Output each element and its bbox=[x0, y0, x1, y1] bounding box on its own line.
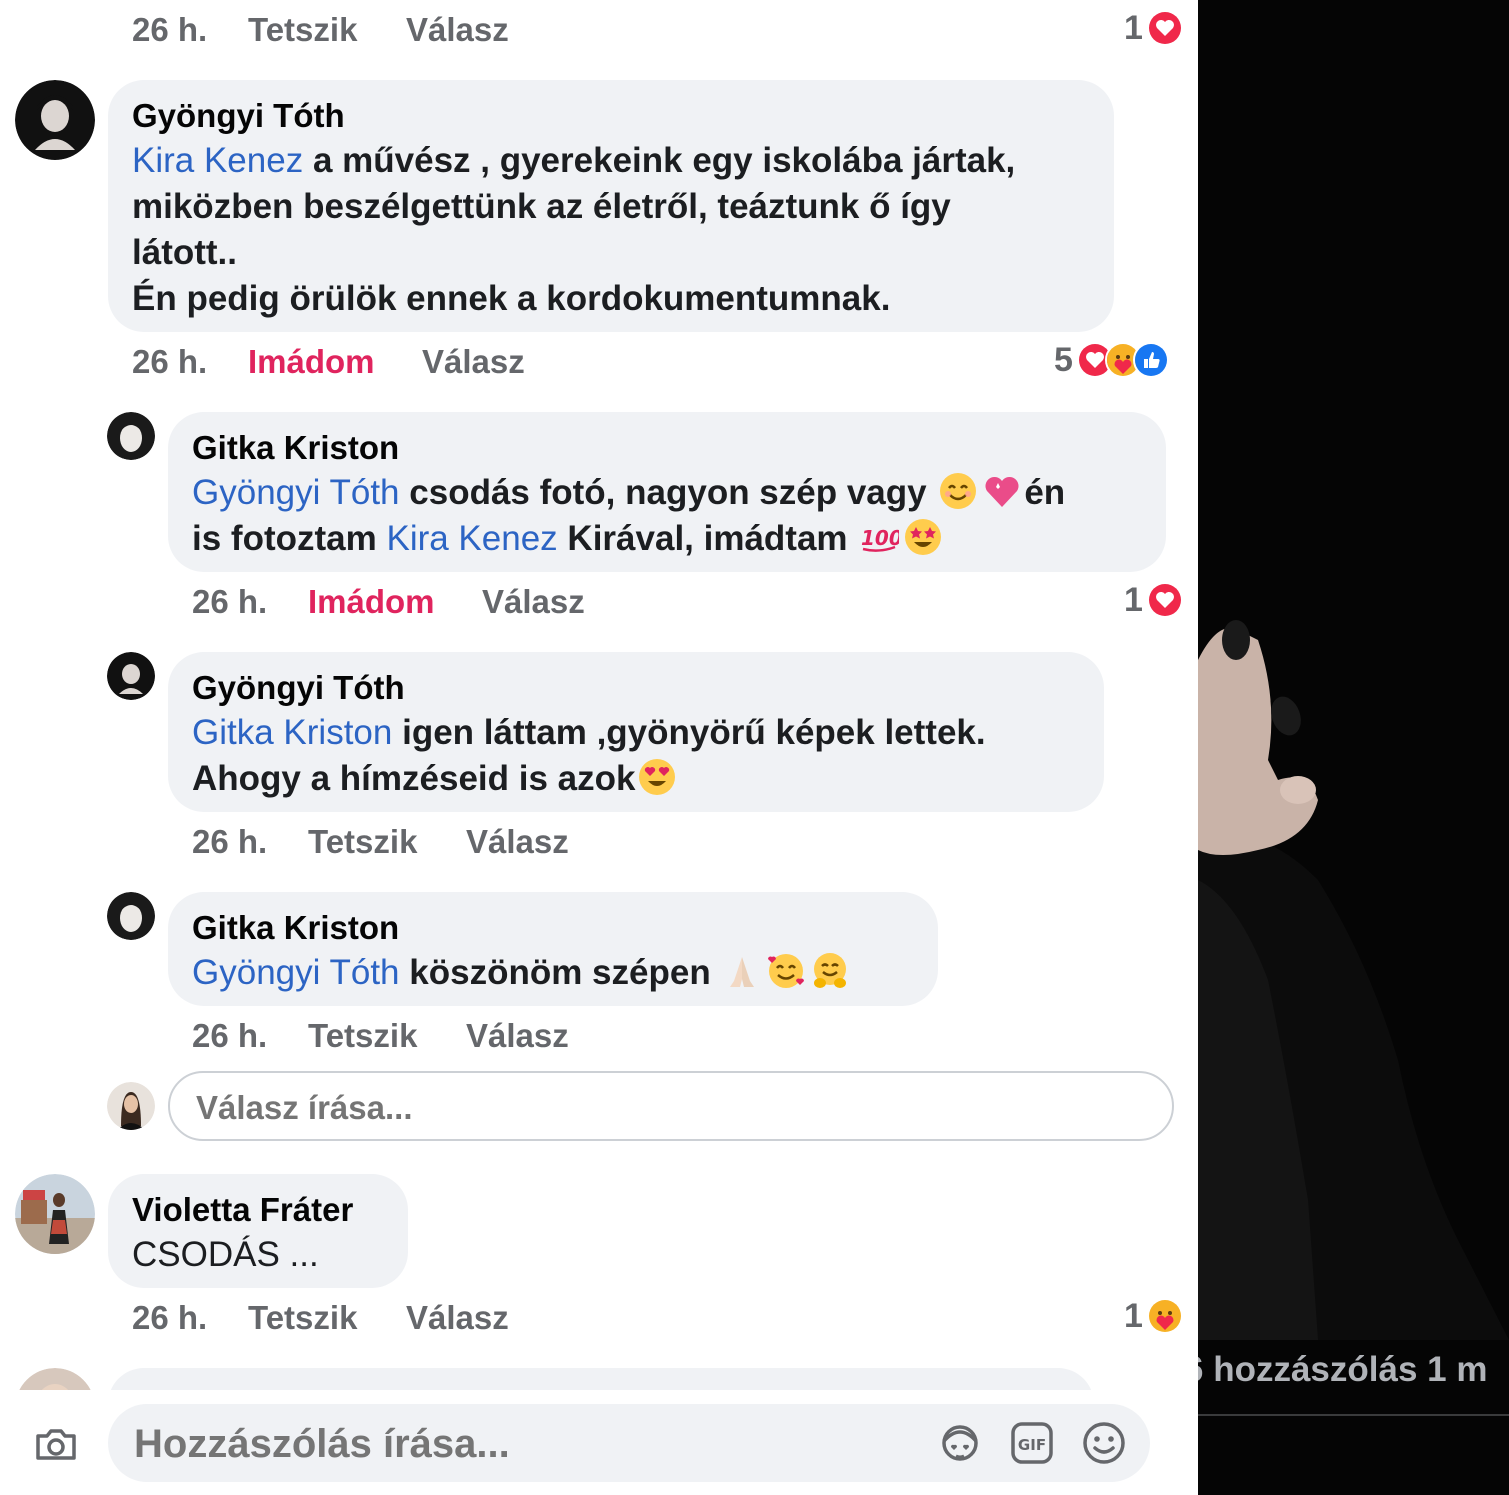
comment-author[interactable]: Gitka Kriston bbox=[192, 908, 399, 948]
avatar[interactable] bbox=[15, 1174, 95, 1254]
avatar-sticker-icon[interactable] bbox=[936, 1419, 984, 1467]
comment-actions: 26 h. Tetszik Válasz bbox=[192, 822, 692, 862]
comment-bubble: Gyöngyi Tóth Kira Kenez a művész , gyere… bbox=[108, 80, 1114, 332]
comment-text: Gyöngyi Tóth köszönöm szépen bbox=[192, 950, 852, 996]
divider bbox=[1198, 1414, 1509, 1416]
love-reaction-icon bbox=[1146, 10, 1183, 46]
mention-link[interactable]: Kira Kenez bbox=[132, 141, 303, 180]
love-button[interactable]: Imádom bbox=[248, 342, 375, 382]
photo-viewer-background: 6 hozzászólás 1 m bbox=[1198, 0, 1509, 1495]
svg-text:GIF: GIF bbox=[1018, 1436, 1046, 1454]
smiling-face-with-hearts-emoji-icon bbox=[766, 951, 806, 991]
comments-panel: 26 h. Tetszik Válasz 1 Gyöngyi Tóth Kira… bbox=[0, 0, 1198, 1495]
comment-input-container[interactable]: GIF bbox=[108, 1404, 1150, 1482]
star-struck-emoji-icon bbox=[903, 517, 943, 557]
comment-bubble: Gitka Kriston Gyöngyi Tóth köszönöm szép… bbox=[168, 892, 938, 1006]
smiley-icon[interactable] bbox=[1080, 1419, 1128, 1467]
comment-text: Gyöngyi Tóth csodás fotó, nagyon szép va… bbox=[192, 471, 1066, 558]
reaction-summary[interactable]: 1 bbox=[1124, 1296, 1183, 1336]
like-button[interactable]: Tetszik bbox=[308, 822, 417, 862]
avatar[interactable] bbox=[107, 892, 155, 940]
current-user-avatar bbox=[107, 1082, 155, 1130]
avatar[interactable] bbox=[15, 80, 95, 160]
hugging-face-emoji-icon bbox=[810, 951, 850, 991]
comment-actions: 26 h. Imádom Válasz bbox=[132, 342, 632, 382]
reply-button[interactable]: Válasz bbox=[466, 822, 569, 862]
comment-bubble: Violetta Fráter CSODÁS ... bbox=[108, 1174, 408, 1288]
post-photo bbox=[1198, 0, 1509, 1340]
comment-time: 26 h. bbox=[192, 823, 268, 860]
like-reaction-icon bbox=[1132, 342, 1169, 378]
reply-button[interactable]: Válasz bbox=[482, 582, 585, 622]
avatar[interactable] bbox=[107, 412, 155, 460]
comment-time: 26 h. bbox=[132, 1299, 208, 1336]
comment-actions: 26 h. Tetszik Válasz bbox=[192, 1016, 692, 1056]
comment-author[interactable]: Gitka Kriston bbox=[192, 428, 399, 468]
comment-bubble: Gyöngyi Tóth Gitka Kriston igen láttam ,… bbox=[168, 652, 1104, 812]
reply-button[interactable]: Válasz bbox=[422, 342, 525, 382]
folded-hands-emoji-icon bbox=[722, 951, 762, 991]
mention-link[interactable]: Gyöngyi Tóth bbox=[192, 473, 400, 512]
comment-time: 26 h. bbox=[132, 343, 208, 380]
avatar[interactable] bbox=[107, 652, 155, 700]
reply-button[interactable]: Válasz bbox=[406, 1298, 509, 1338]
mention-link[interactable]: Gyöngyi Tóth bbox=[192, 953, 400, 992]
reaction-summary[interactable]: 5 bbox=[1054, 340, 1169, 380]
comment-text: Kira Kenez a művész , gyerekeink egy isk… bbox=[132, 141, 1016, 318]
reaction-summary[interactable]: 1 bbox=[1124, 580, 1183, 620]
heart-eyes-emoji-icon bbox=[637, 757, 677, 797]
comment-text: Gitka Kriston igen láttam ,gyönyörű képe… bbox=[192, 713, 986, 798]
comment-composer: GIF bbox=[0, 1390, 1198, 1495]
reply-input-container[interactable] bbox=[168, 1071, 1174, 1141]
comment-time: 26 h. bbox=[192, 1017, 268, 1054]
comment-time: 26 h. bbox=[192, 583, 268, 620]
like-button[interactable]: Tetszik bbox=[308, 1016, 417, 1056]
comment-actions: 26 h. Imádom Válasz bbox=[192, 582, 692, 622]
like-button[interactable]: Tetszik bbox=[248, 10, 357, 50]
reply-button[interactable]: Válasz bbox=[406, 10, 509, 50]
comment-author[interactable]: Gyöngyi Tóth bbox=[192, 668, 405, 708]
care-reaction-icon bbox=[1146, 1298, 1183, 1334]
comment-bubble: Gitka Kriston Gyöngyi Tóth csodás fotó, … bbox=[168, 412, 1166, 572]
comment-author[interactable]: Gyöngyi Tóth bbox=[132, 96, 345, 136]
reply-button[interactable]: Válasz bbox=[466, 1016, 569, 1056]
comment-input[interactable] bbox=[132, 1418, 896, 1470]
comment-count-text[interactable]: 6 hozzászólás 1 m bbox=[1198, 1350, 1487, 1390]
love-reaction-icon bbox=[1146, 582, 1183, 618]
smiling-face-emoji-icon bbox=[938, 471, 978, 511]
reply-input[interactable] bbox=[194, 1085, 1098, 1131]
reaction-summary[interactable]: 1 bbox=[1124, 8, 1183, 48]
mention-link[interactable]: Kira Kenez bbox=[386, 519, 557, 558]
hundred-points-emoji-icon: 100 bbox=[859, 517, 899, 557]
comment-actions: 26 h. Tetszik Válasz bbox=[132, 10, 632, 50]
love-button[interactable]: Imádom bbox=[308, 582, 435, 622]
mention-link[interactable]: Gitka Kriston bbox=[192, 713, 392, 752]
comment-time: 26 h. bbox=[132, 11, 208, 48]
comment-text: CSODÁS ... bbox=[132, 1235, 319, 1274]
gif-icon[interactable]: GIF bbox=[1008, 1419, 1056, 1467]
comment-actions: 26 h. Tetszik Válasz bbox=[132, 1298, 632, 1338]
comment-author[interactable]: Violetta Fráter bbox=[132, 1190, 353, 1230]
like-button[interactable]: Tetszik bbox=[248, 1298, 357, 1338]
sparkling-heart-emoji-icon bbox=[982, 471, 1022, 511]
camera-icon[interactable] bbox=[32, 1420, 80, 1468]
